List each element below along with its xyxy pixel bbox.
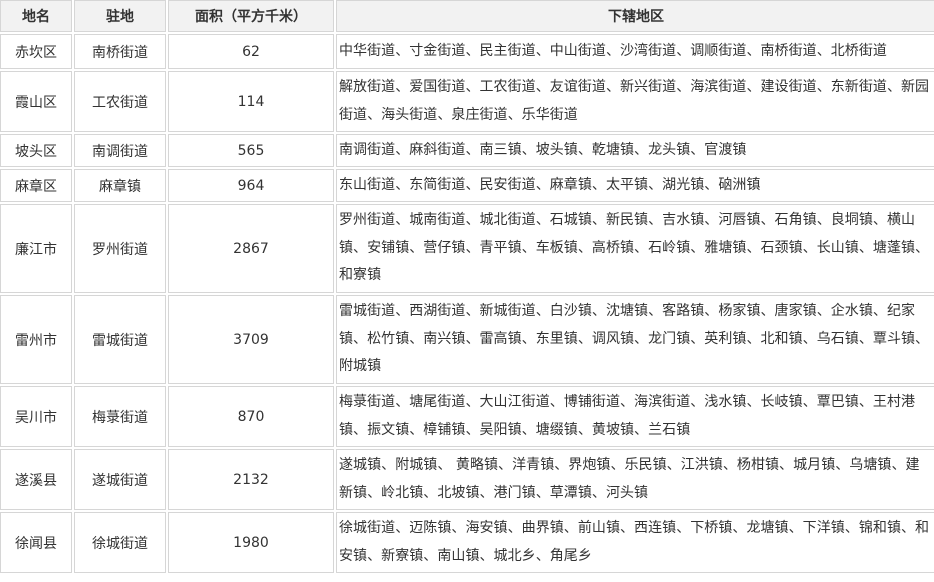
cell-name: 遂溪县 (0, 449, 72, 510)
table-body: 赤坎区 南桥街道 62 中华街道、寸金街道、民主街道、中山街道、沙湾街道、调顺街… (0, 34, 934, 573)
cell-name: 徐闻县 (0, 512, 72, 573)
table-row: 廉江市 罗州街道 2867 罗州街道、城南街道、城北街道、石城镇、新民镇、吉水镇… (0, 204, 934, 293)
table-row: 徐闻县 徐城街道 1980 徐城街道、迈陈镇、海安镇、曲界镇、前山镇、西连镇、下… (0, 512, 934, 573)
cell-subdivisions: 雷城街道、西湖街道、新城街道、白沙镇、沈塘镇、客路镇、杨家镇、唐家镇、企水镇、纪… (336, 295, 934, 384)
table-row: 赤坎区 南桥街道 62 中华街道、寸金街道、民主街道、中山街道、沙湾街道、调顺街… (0, 34, 934, 69)
cell-subdivisions: 遂城镇、附城镇、 黄略镇、洋青镇、界炮镇、乐民镇、江洪镇、杨柑镇、城月镇、乌塘镇… (336, 449, 934, 510)
cell-subdivisions: 徐城街道、迈陈镇、海安镇、曲界镇、前山镇、西连镇、下桥镇、龙塘镇、下洋镇、锦和镇… (336, 512, 934, 573)
cell-subdivisions: 南调街道、麻斜街道、南三镇、坡头镇、乾塘镇、龙头镇、官渡镇 (336, 134, 934, 167)
cell-area: 62 (168, 34, 334, 69)
cell-seat: 工农街道 (74, 71, 166, 132)
cell-seat: 雷城街道 (74, 295, 166, 384)
header-row: 地名 驻地 面积（平方千米） 下辖地区 (0, 0, 934, 32)
cell-area: 2132 (168, 449, 334, 510)
cell-subdivisions: 解放街道、爱国街道、工农街道、友谊街道、新兴街道、海滨街道、建设街道、东新街道、… (336, 71, 934, 132)
cell-name: 雷州市 (0, 295, 72, 384)
header-area: 面积（平方千米） (168, 0, 334, 32)
cell-subdivisions: 罗州街道、城南街道、城北街道、石城镇、新民镇、吉水镇、河唇镇、石角镇、良垌镇、横… (336, 204, 934, 293)
cell-area: 565 (168, 134, 334, 167)
table-row: 吴川市 梅菉街道 870 梅菉街道、塘尾街道、大山江街道、博铺街道、海滨街道、浅… (0, 386, 934, 447)
cell-name: 赤坎区 (0, 34, 72, 69)
cell-subdivisions: 中华街道、寸金街道、民主街道、中山街道、沙湾街道、调顺街道、南桥街道、北桥街道 (336, 34, 934, 69)
cell-area: 964 (168, 169, 334, 202)
cell-name: 吴川市 (0, 386, 72, 447)
cell-seat: 麻章镇 (74, 169, 166, 202)
cell-seat: 南桥街道 (74, 34, 166, 69)
cell-area: 2867 (168, 204, 334, 293)
cell-seat: 罗州街道 (74, 204, 166, 293)
admin-division-table: 地名 驻地 面积（平方千米） 下辖地区 赤坎区 南桥街道 62 中华街道、寸金街… (0, 0, 934, 575)
header-seat: 驻地 (74, 0, 166, 32)
cell-seat: 遂城街道 (74, 449, 166, 510)
cell-seat: 梅菉街道 (74, 386, 166, 447)
cell-area: 870 (168, 386, 334, 447)
cell-seat: 南调街道 (74, 134, 166, 167)
cell-name: 霞山区 (0, 71, 72, 132)
cell-subdivisions: 东山街道、东简街道、民安街道、麻章镇、太平镇、湖光镇、硇洲镇 (336, 169, 934, 202)
cell-area: 114 (168, 71, 334, 132)
table-header: 地名 驻地 面积（平方千米） 下辖地区 (0, 0, 934, 32)
cell-name: 坡头区 (0, 134, 72, 167)
cell-area: 1980 (168, 512, 334, 573)
table-row: 遂溪县 遂城街道 2132 遂城镇、附城镇、 黄略镇、洋青镇、界炮镇、乐民镇、江… (0, 449, 934, 510)
cell-area: 3709 (168, 295, 334, 384)
cell-subdivisions: 梅菉街道、塘尾街道、大山江街道、博铺街道、海滨街道、浅水镇、长岐镇、覃巴镇、王村… (336, 386, 934, 447)
cell-name: 麻章区 (0, 169, 72, 202)
header-name: 地名 (0, 0, 72, 32)
cell-seat: 徐城街道 (74, 512, 166, 573)
table-row: 霞山区 工农街道 114 解放街道、爱国街道、工农街道、友谊街道、新兴街道、海滨… (0, 71, 934, 132)
cell-name: 廉江市 (0, 204, 72, 293)
table-row: 麻章区 麻章镇 964 东山街道、东简街道、民安街道、麻章镇、太平镇、湖光镇、硇… (0, 169, 934, 202)
table-row: 坡头区 南调街道 565 南调街道、麻斜街道、南三镇、坡头镇、乾塘镇、龙头镇、官… (0, 134, 934, 167)
table-row: 雷州市 雷城街道 3709 雷城街道、西湖街道、新城街道、白沙镇、沈塘镇、客路镇… (0, 295, 934, 384)
header-subdivisions: 下辖地区 (336, 0, 934, 32)
